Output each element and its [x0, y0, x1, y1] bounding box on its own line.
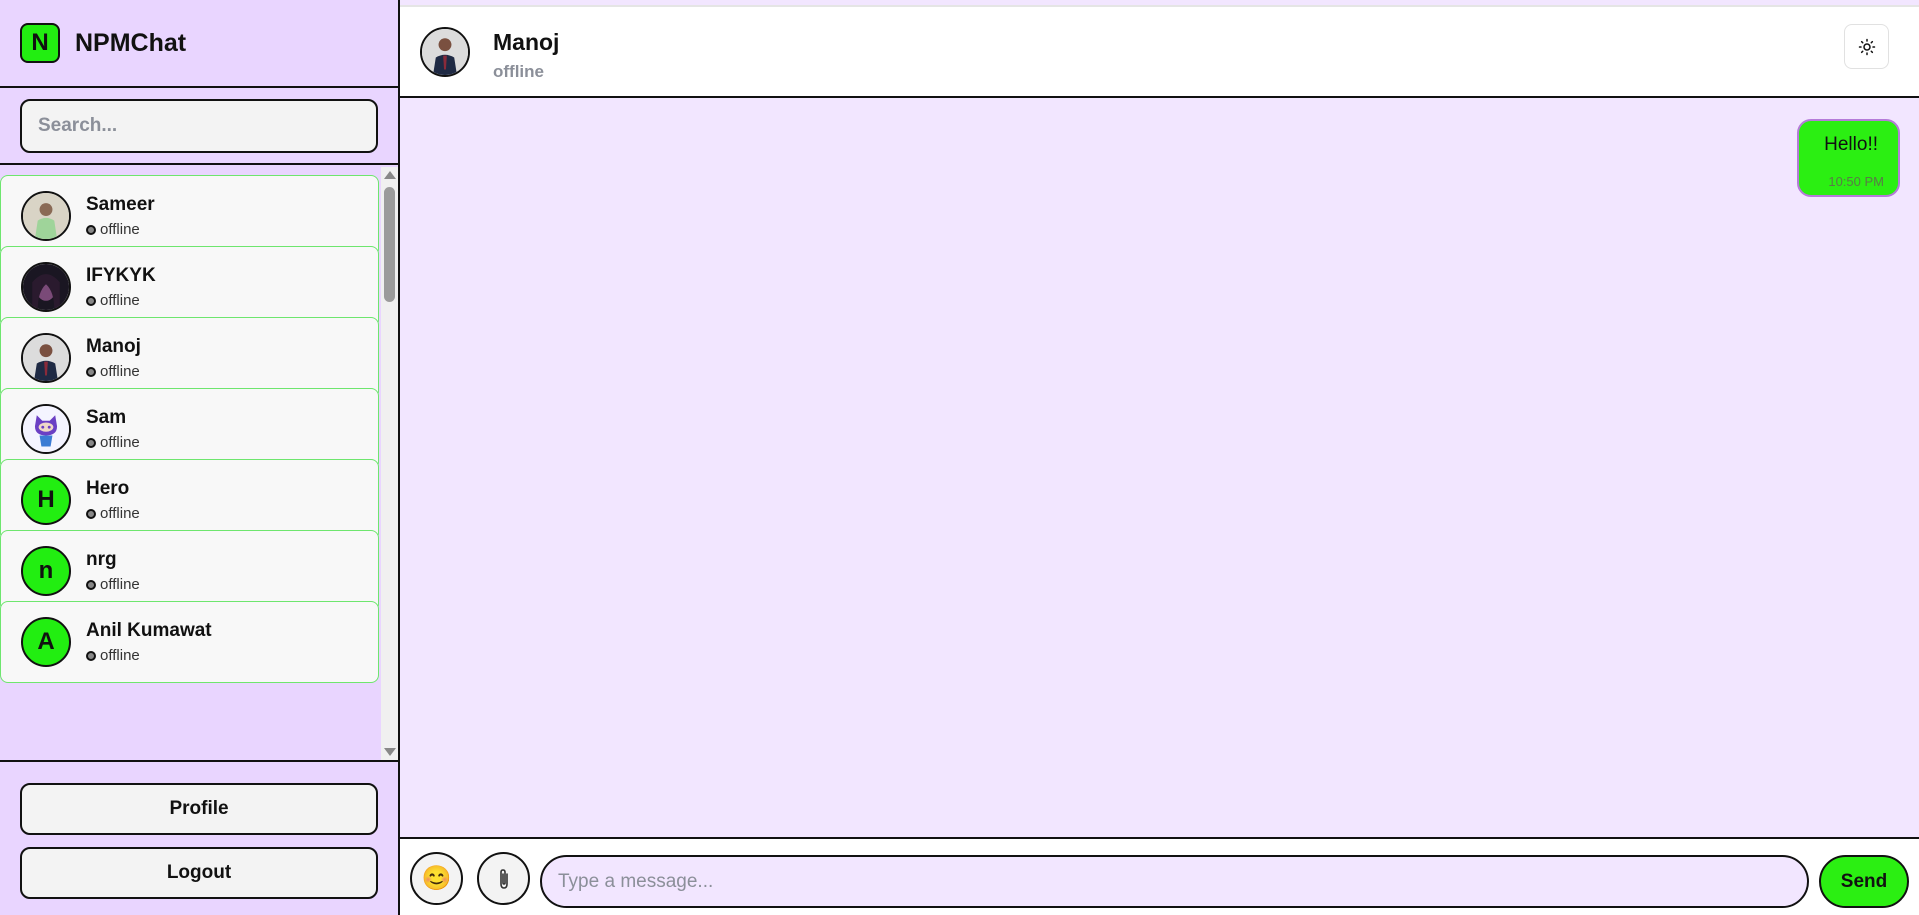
profile-button[interactable]: Profile	[20, 783, 378, 835]
paperclip-icon	[499, 868, 508, 889]
contact-name: Manoj	[86, 336, 141, 357]
status-dot	[86, 437, 96, 448]
contact-avatar: A	[21, 617, 71, 667]
contact-status: offline	[100, 363, 140, 380]
sidebar-footer: Profile Logout	[0, 760, 398, 915]
sidebar: N NPMChat Sameer offline	[0, 0, 400, 915]
contact-status: offline	[100, 647, 140, 664]
contact-item-ifykyk[interactable]: IFYKYK offline	[0, 246, 379, 328]
send-button[interactable]: Send	[1819, 855, 1909, 908]
chat-avatar	[420, 27, 470, 77]
contact-name: Sam	[86, 407, 127, 428]
contact-avatar: n	[21, 546, 71, 596]
scroll-up-arrow-icon[interactable]	[384, 171, 396, 179]
scroll-down-arrow-icon[interactable]	[384, 748, 396, 756]
status-dot	[86, 579, 96, 590]
emoji-button[interactable]: 😊	[410, 852, 463, 905]
status-dot	[86, 224, 96, 235]
message-bubble-sent: Hello!! 10:50 PM	[1797, 119, 1900, 197]
chat-contact-name: Manoj	[493, 29, 560, 55]
contact-status: offline	[100, 576, 140, 593]
contact-avatar	[21, 333, 71, 383]
emoji-icon: 😊	[421, 865, 452, 892]
contact-item-anil-kumawat[interactable]: A Anil Kumawat offline	[0, 601, 379, 683]
chat-header: Manoj offline	[400, 5, 1919, 98]
status-dot	[86, 295, 96, 306]
contact-status: offline	[100, 292, 140, 309]
sun-icon	[1858, 38, 1875, 55]
app-name: NPMChat	[75, 28, 187, 57]
status-dot	[86, 650, 96, 661]
message-text: Hello!!	[1824, 134, 1878, 155]
contact-avatar	[21, 262, 71, 312]
attach-button[interactable]	[477, 852, 530, 905]
chat-app: N NPMChat Sameer offline	[0, 0, 1919, 915]
brand-bar: N NPMChat	[0, 0, 398, 88]
octocat-icon	[21, 404, 71, 454]
logout-button[interactable]: Logout	[20, 847, 378, 899]
contact-item-sam[interactable]: Sam offline	[0, 388, 379, 470]
contact-item-nrg[interactable]: n nrg offline	[0, 530, 379, 612]
scroll-thumb[interactable]	[384, 187, 395, 302]
contact-item-manoj[interactable]: Manoj offline	[0, 317, 379, 399]
contact-name: Hero	[86, 478, 130, 499]
contact-name: Anil Kumawat	[86, 620, 212, 641]
status-dot	[86, 366, 96, 377]
app-logo: N	[20, 23, 60, 63]
contact-list-scrollbar[interactable]	[381, 167, 398, 760]
contact-status: offline	[100, 221, 140, 238]
contact-status: offline	[100, 434, 140, 451]
contact-name: Sameer	[86, 194, 155, 215]
contact-name: nrg	[86, 549, 117, 570]
theme-toggle-button[interactable]	[1844, 24, 1889, 69]
contact-name: IFYKYK	[86, 265, 156, 286]
message-input[interactable]	[540, 855, 1809, 908]
search-input[interactable]	[20, 99, 378, 153]
contact-item-hero[interactable]: H Hero offline	[0, 459, 379, 541]
chat-contact-status: offline	[493, 62, 544, 81]
contact-avatar: H	[21, 475, 71, 525]
search-section	[0, 88, 398, 165]
contact-item-sameer[interactable]: Sameer offline	[0, 175, 379, 257]
message-time: 10:50 PM	[1828, 174, 1884, 189]
message-composer: 😊 Send	[400, 837, 1919, 915]
contact-avatar	[21, 191, 71, 241]
chat-panel: Manoj offline Hello!! 10:50 PM 😊 Type a …	[400, 0, 1919, 915]
contact-status: offline	[100, 505, 140, 522]
contact-list: Sameer offline IFYKYK offline Manoj offl…	[0, 167, 398, 760]
status-dot	[86, 508, 96, 519]
